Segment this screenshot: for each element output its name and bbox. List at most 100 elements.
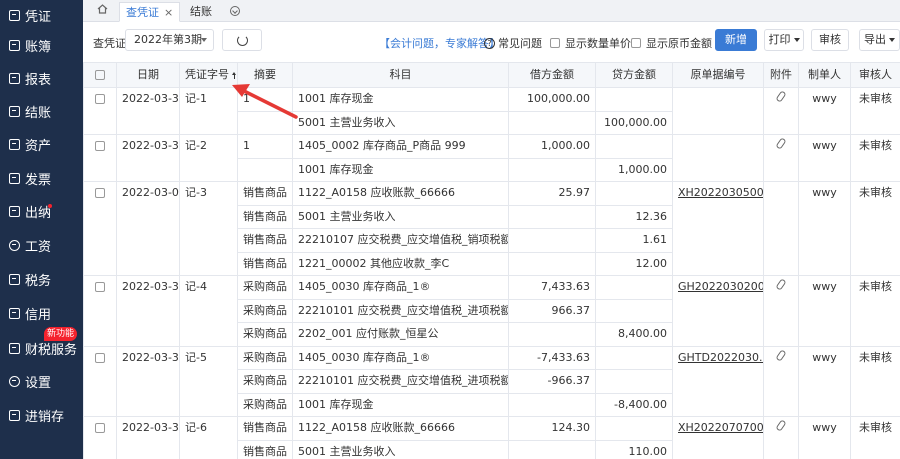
faq-link[interactable]: ? 常见问题 xyxy=(484,35,542,51)
row-select-cell[interactable] xyxy=(83,134,117,182)
cell-attachment[interactable] xyxy=(763,87,799,135)
sidebar-item-inventory[interactable]: 进销存 xyxy=(0,400,83,430)
cell-source-no[interactable]: XH20220707001 xyxy=(672,416,764,459)
chevron-down-icon xyxy=(201,38,207,42)
row-checkbox[interactable] xyxy=(95,141,105,151)
cell-summary: 1 xyxy=(237,87,293,112)
cell-source-no[interactable]: GH20220302002 xyxy=(672,275,764,347)
select-all-checkbox[interactable] xyxy=(95,70,105,80)
cell-voucher-no[interactable]: 记-6 xyxy=(179,416,238,459)
sidebar-item-tax[interactable]: 税务 xyxy=(0,264,83,294)
cell-summary xyxy=(237,157,293,182)
show-qty-price-checkbox[interactable]: 显示数量单价 xyxy=(550,35,631,51)
cell-attachment[interactable] xyxy=(763,416,799,459)
credit-icon xyxy=(9,307,20,319)
export-button[interactable]: 导出 xyxy=(859,29,900,51)
home-icon[interactable] xyxy=(97,4,108,14)
table-row[interactable]: 2022-03-31记-6销售商品1122_A0158 应收账款_6666612… xyxy=(83,416,900,459)
cell-attachment[interactable] xyxy=(763,345,799,417)
header-date: 日期 xyxy=(116,62,180,88)
review-button[interactable]: 审核 xyxy=(811,29,849,51)
cell-voucher-no[interactable]: 记-3 xyxy=(179,181,238,276)
cell-summary: 销售商品 xyxy=(237,251,293,276)
sidebar-item-report[interactable]: 报表 xyxy=(0,63,83,93)
table-row[interactable]: 2022-03-31记-5采购商品1405_0030 库存商品_1®-7,433… xyxy=(83,345,900,417)
cell-debit xyxy=(508,204,596,229)
expert-advice-link[interactable]: 【会计问题，专家解答】 xyxy=(379,35,500,51)
table-row[interactable]: 2022-03-31记-111001 库存现金100,000.00wwy未审核 xyxy=(83,87,900,135)
row-select-cell[interactable] xyxy=(83,181,117,276)
sidebar-item-label: 出纳 xyxy=(25,205,52,221)
cell-source-no[interactable] xyxy=(672,134,764,182)
cell-attachment[interactable] xyxy=(763,181,799,276)
cell-voucher-no[interactable]: 记-1 xyxy=(179,87,238,135)
cell-source-no[interactable]: GHTD2022030... xyxy=(672,345,764,417)
row-checkbox[interactable] xyxy=(95,282,105,292)
tab-bar: 查凭证 × 结账 xyxy=(83,0,900,22)
sidebar-item-invoice[interactable]: 发票 xyxy=(0,163,83,193)
cell-reviewer: 未审核 xyxy=(850,275,900,347)
cell-maker: wwy xyxy=(798,416,851,459)
cell-attachment[interactable] xyxy=(763,134,799,182)
cell-attachment[interactable] xyxy=(763,275,799,347)
tab-query-voucher[interactable]: 查凭证 × xyxy=(119,2,181,22)
cell-source-no[interactable]: XH20220305001 xyxy=(672,181,764,276)
header-source-no: 原单据编号 xyxy=(672,62,764,88)
checkbox-label: 显示数量单价 xyxy=(565,37,631,50)
paperclip-icon[interactable] xyxy=(775,137,787,150)
paperclip-icon[interactable] xyxy=(775,348,787,362)
cell-subject: 5001 主营业务收入 xyxy=(292,204,509,229)
voucher-table: 日期 凭证字号 摘要 科目 借方金额 贷方金额 原单据编号 附件 制单人 审核人… xyxy=(83,62,900,459)
header-voucher-no[interactable]: 凭证字号 xyxy=(179,62,238,88)
cell-subject: 1221_00002 其他应收款_李C xyxy=(292,251,509,276)
add-button[interactable]: 新增 xyxy=(715,29,757,51)
sidebar-item-cashier[interactable]: 出纳 xyxy=(0,196,83,226)
row-select-cell[interactable] xyxy=(83,275,117,347)
row-checkbox[interactable] xyxy=(95,423,105,433)
tab-label: 结账 xyxy=(190,5,212,18)
cell-credit: 1,000.00 xyxy=(595,157,673,182)
row-checkbox[interactable] xyxy=(95,352,105,363)
paperclip-icon[interactable] xyxy=(775,278,787,291)
table-row[interactable]: 2022-03-31记-211405_0002 库存商品_P商品 9991,00… xyxy=(83,134,900,182)
cell-debit xyxy=(508,322,596,347)
cell-credit: 12.36 xyxy=(595,204,673,229)
cell-subject: 22210101 应交税费_应交增值税_进项税额 xyxy=(292,369,509,394)
voucher-icon xyxy=(9,9,20,21)
sidebar-item-voucher[interactable]: 凭证 xyxy=(0,0,83,30)
cell-voucher-no[interactable]: 记-5 xyxy=(179,345,238,417)
table-row[interactable]: 2022-03-05记-3销售商品1122_A0158 应收账款_6666625… xyxy=(83,181,900,276)
tab-closing[interactable]: 结账 xyxy=(184,2,218,22)
sidebar-item-asset[interactable]: 资产 xyxy=(0,129,83,159)
close-icon[interactable]: × xyxy=(164,6,173,19)
row-select-cell[interactable] xyxy=(83,87,117,135)
chevron-down-icon[interactable] xyxy=(230,6,240,16)
print-button[interactable]: 打印 xyxy=(764,29,804,51)
sidebar-item-ledger[interactable]: 账簿 xyxy=(0,30,83,60)
cell-source-no[interactable] xyxy=(672,87,764,135)
cell-voucher-no[interactable]: 记-2 xyxy=(179,134,238,182)
sort-arrow-icon[interactable] xyxy=(232,71,237,79)
paperclip-icon[interactable] xyxy=(775,419,787,432)
refresh-button[interactable] xyxy=(222,29,262,51)
sidebar-item-salary[interactable]: 工资 xyxy=(0,230,83,260)
sidebar-item-credit[interactable]: 信用 xyxy=(0,298,83,328)
paperclip-icon[interactable] xyxy=(775,90,787,103)
show-orig-currency-checkbox[interactable]: 显示原币金额 xyxy=(631,35,712,51)
row-checkbox[interactable] xyxy=(95,94,105,104)
checkbox-box[interactable] xyxy=(631,38,641,48)
period-select[interactable]: 2022年第3期 xyxy=(125,29,214,51)
sidebar-item-settings[interactable]: 设置 xyxy=(0,366,83,396)
table-row[interactable]: 2022-03-31记-4采购商品1405_0030 库存商品_1®7,433.… xyxy=(83,275,900,347)
row-select-cell[interactable] xyxy=(83,416,117,459)
sidebar-item-closing[interactable]: 结账 xyxy=(0,96,83,126)
row-select-cell[interactable] xyxy=(83,345,117,417)
cell-voucher-no[interactable]: 记-4 xyxy=(179,275,238,347)
cell-debit: 1,000.00 xyxy=(508,134,596,159)
invoice-icon xyxy=(9,172,20,184)
sidebar-item-label: 财税服务 xyxy=(25,342,78,358)
row-checkbox[interactable] xyxy=(95,188,105,198)
checkbox-box[interactable] xyxy=(550,38,560,48)
select-all-cell[interactable] xyxy=(83,62,117,88)
cell-debit: 7,433.63 xyxy=(508,275,596,300)
